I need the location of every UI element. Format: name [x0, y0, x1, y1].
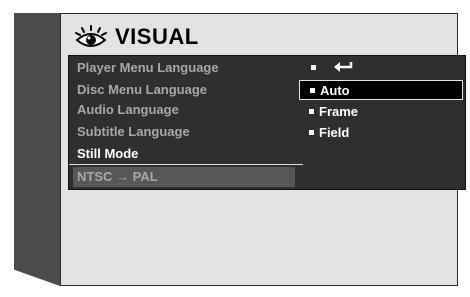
submenu-header[interactable] [299, 56, 463, 78]
option-label: Auto [320, 82, 350, 98]
return-arrow-icon [334, 62, 353, 72]
submenu-list: Auto Frame Field [299, 56, 463, 189]
page-header: VISUAL [75, 21, 199, 53]
bullet-icon [311, 64, 316, 70]
menu-item-subtitle-language[interactable]: Subtitle Language [73, 122, 295, 142]
menu-item-player-menu-language[interactable]: Player Menu Language [73, 58, 295, 78]
osd-screen: VISUAL Player Menu Language Disc Menu La… [60, 13, 466, 286]
bullet-icon [310, 87, 315, 93]
menu-item-still-mode[interactable]: Still Mode [69, 144, 303, 165]
option-field[interactable]: Field [299, 122, 463, 142]
menu-item-disc-menu-language[interactable]: Disc Menu Language [73, 80, 295, 100]
option-label: Field [319, 124, 350, 140]
tv-bezel [14, 13, 60, 286]
menu-item-ntsc-pal[interactable]: NTSC → PAL [73, 167, 295, 187]
option-label: Frame [319, 103, 359, 119]
eye-icon [75, 25, 107, 47]
page-title: VISUAL [115, 24, 199, 49]
option-frame[interactable]: Frame [299, 101, 463, 121]
settings-panel: Player Menu Language Disc Menu Language … [68, 55, 466, 190]
menu-item-audio-language[interactable]: Audio Language [73, 100, 295, 120]
menu-list: Player Menu Language Disc Menu Language … [69, 56, 303, 189]
bullet-icon [309, 129, 314, 135]
option-auto[interactable]: Auto [299, 80, 463, 100]
bullet-icon [309, 108, 314, 114]
